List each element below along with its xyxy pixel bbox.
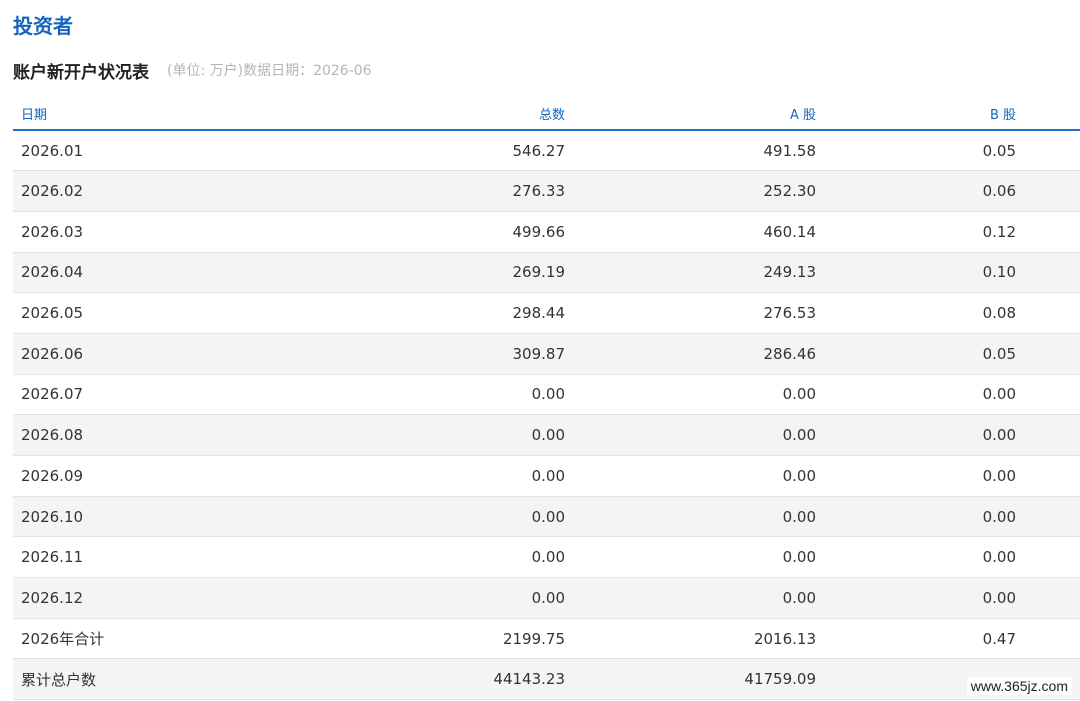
table-meta: (单位: 万户)数据日期：2026-06 [167,63,372,79]
watermark: www.365jz.com [966,677,1072,695]
cell-a-share: 2016.13 [579,618,830,660]
cell-spacer [1030,170,1080,212]
table-row: 2026.04 269.19 249.13 0.10 [13,252,1080,294]
table-row-year-total: 2026年合计 2199.75 2016.13 0.47 [13,618,1080,660]
cell-date: 2026.11 [13,536,273,579]
cell-total: 0.00 [273,577,579,619]
cell-date: 累计总户数 [13,658,273,701]
cell-date: 2026.07 [13,374,273,416]
column-header-total[interactable]: 总数 [273,97,579,131]
cell-date: 2026.02 [13,170,273,212]
cell-b-share: 0.08 [830,292,1030,334]
table-row: 2026.10 0.00 0.00 0.00 [13,496,1080,538]
cell-spacer [1030,536,1080,579]
cell-b-share: 0.00 [830,374,1030,416]
cell-date: 2026.08 [13,414,273,456]
cell-date: 2026.10 [13,496,273,538]
cell-b-share: 0.00 [830,536,1030,579]
cell-a-share: 460.14 [579,211,830,253]
cell-spacer [1030,414,1080,456]
cell-total: 0.00 [273,496,579,538]
cell-spacer [1030,374,1080,416]
table-row: 2026.01 546.27 491.58 0.05 [13,130,1080,172]
cell-spacer [1030,618,1080,660]
cell-a-share: 491.58 [579,130,830,172]
table-row: 2026.07 0.00 0.00 0.00 [13,374,1080,416]
cell-b-share: 0.05 [830,130,1030,172]
cell-total: 0.00 [273,374,579,416]
table-row: 2026.02 276.33 252.30 0.06 [13,170,1080,212]
table-title: 账户新开户状况表 [13,62,149,83]
table-row: 2026.08 0.00 0.00 0.00 [13,414,1080,456]
cell-date: 2026.03 [13,211,273,253]
cell-spacer [1030,211,1080,253]
cell-total: 276.33 [273,170,579,212]
cell-total: 298.44 [273,292,579,334]
cell-date: 2026.12 [13,577,273,619]
column-header-date[interactable]: 日期 [13,97,273,131]
cell-a-share: 41759.09 [579,658,830,701]
cell-total: 44143.23 [273,658,579,701]
cell-spacer [1030,333,1080,375]
cell-b-share: 0.06 [830,170,1030,212]
cell-date: 2026.09 [13,455,273,497]
cell-total: 546.27 [273,130,579,172]
cell-b-share: 0.00 [830,496,1030,538]
column-header-b-share[interactable]: B 股 [830,97,1030,131]
cell-spacer [1030,252,1080,294]
cell-total: 269.19 [273,252,579,294]
cell-spacer [1030,292,1080,334]
cell-spacer [1030,496,1080,538]
cell-spacer [1030,455,1080,497]
cell-a-share: 276.53 [579,292,830,334]
cell-a-share: 0.00 [579,577,830,619]
table-row-cumulative: 累计总户数 44143.23 41759.09 [13,658,1080,701]
cell-date: 2026.04 [13,252,273,294]
cell-a-share: 249.13 [579,252,830,294]
cell-a-share: 286.46 [579,333,830,375]
cell-b-share: 0.10 [830,252,1030,294]
account-table: 日期 总数 A 股 B 股 2026.01 546.27 491.58 0.05… [13,97,1080,701]
cell-a-share: 0.00 [579,414,830,456]
section-title: 投资者 [13,14,73,38]
cell-a-share: 0.00 [579,496,830,538]
table-row: 2026.05 298.44 276.53 0.08 [13,292,1080,334]
cell-a-share: 252.30 [579,170,830,212]
table-row: 2026.11 0.00 0.00 0.00 [13,536,1080,579]
cell-date: 2026.01 [13,130,273,172]
table-heading: 账户新开户状况表 (单位: 万户)数据日期：2026-06 [13,57,372,83]
table-row: 2026.03 499.66 460.14 0.12 [13,211,1080,253]
table-row: 2026.06 309.87 286.46 0.05 [13,333,1080,375]
column-header-a-share[interactable]: A 股 [579,97,830,131]
cell-total: 0.00 [273,536,579,579]
cell-b-share: 0.00 [830,577,1030,619]
table-row: 2026.09 0.00 0.00 0.00 [13,455,1080,497]
cell-total: 499.66 [273,211,579,253]
cell-b-share: 0.00 [830,414,1030,456]
cell-date: 2026年合计 [13,618,273,660]
cell-b-share: 0.47 [830,618,1030,660]
cell-spacer [1030,577,1080,619]
cell-spacer [1030,130,1080,172]
cell-total: 0.00 [273,414,579,456]
cell-a-share: 0.00 [579,374,830,416]
cell-total: 0.00 [273,455,579,497]
table-row: 2026.12 0.00 0.00 0.00 [13,577,1080,619]
cell-b-share: 0.12 [830,211,1030,253]
cell-b-share: 0.05 [830,333,1030,375]
cell-a-share: 0.00 [579,455,830,497]
cell-date: 2026.05 [13,292,273,334]
cell-total: 309.87 [273,333,579,375]
cell-total: 2199.75 [273,618,579,660]
column-header-spacer [1030,97,1080,131]
cell-date: 2026.06 [13,333,273,375]
table-header-row: 日期 总数 A 股 B 股 [13,97,1080,131]
cell-a-share: 0.00 [579,536,830,579]
cell-b-share: 0.00 [830,455,1030,497]
